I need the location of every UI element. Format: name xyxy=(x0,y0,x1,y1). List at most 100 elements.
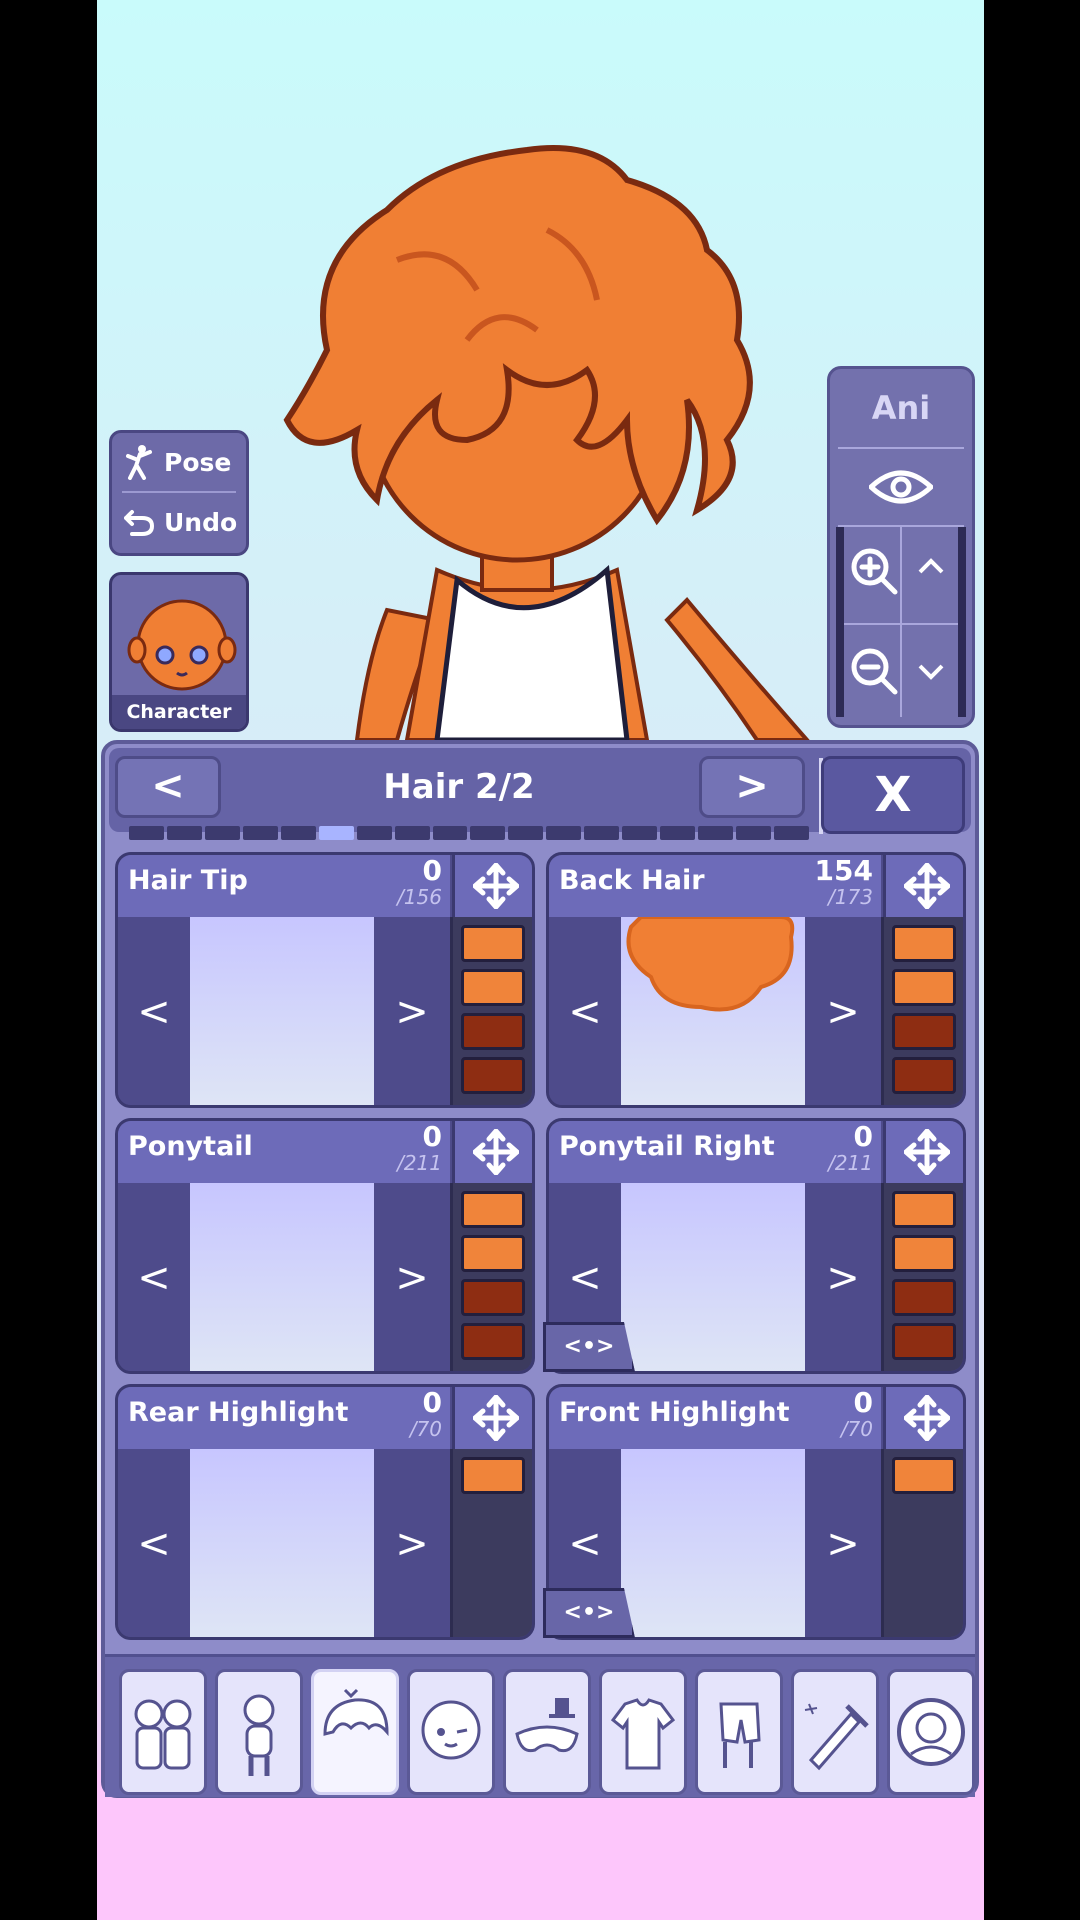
visibility-toggle[interactable] xyxy=(830,449,972,525)
progress-segment xyxy=(736,826,771,840)
prev-page-button[interactable]: < xyxy=(115,756,221,818)
character-label: Character xyxy=(112,695,246,729)
move-down-button[interactable] xyxy=(916,655,946,690)
next-page-button[interactable]: > xyxy=(699,756,805,818)
next-style-button[interactable]: > xyxy=(805,917,881,1105)
color-swatches xyxy=(881,1183,963,1371)
mask-hat-icon xyxy=(515,1698,579,1753)
card-name: Front Highlight xyxy=(559,1397,790,1428)
card-name: Hair Tip xyxy=(128,865,248,896)
move-button[interactable] xyxy=(883,1387,963,1449)
hair-part-card: Back Hair 154/173 < > xyxy=(546,852,966,1108)
profile-icon xyxy=(897,1698,965,1766)
pose-label: Pose xyxy=(164,447,232,477)
panel-header: < Hair 2/2 > X xyxy=(109,748,971,840)
color-swatch[interactable] xyxy=(461,969,525,1006)
style-preview[interactable] xyxy=(190,917,374,1105)
category-tab-pants[interactable] xyxy=(695,1669,783,1795)
color-swatches xyxy=(881,1449,963,1637)
prev-style-button[interactable]: < xyxy=(118,1449,190,1637)
move-button[interactable] xyxy=(452,1387,532,1449)
character-avatar-icon xyxy=(127,599,237,691)
card-name: Rear Highlight xyxy=(128,1397,349,1428)
next-style-button[interactable]: > xyxy=(374,1183,450,1371)
pose-button[interactable]: Pose xyxy=(112,433,246,491)
color-swatch[interactable] xyxy=(892,1457,956,1494)
game-stage: Pose Undo Character Ani < Hair 2/2 > X H… xyxy=(97,0,984,1920)
chevron-down-icon xyxy=(918,664,944,680)
color-swatch[interactable] xyxy=(892,1323,956,1360)
move-button[interactable] xyxy=(883,855,963,917)
color-swatch[interactable] xyxy=(461,1323,525,1360)
group-characters-icon xyxy=(134,1699,192,1770)
progress-segment xyxy=(660,826,696,840)
mirror-highlight-button[interactable]: <•> xyxy=(543,1588,635,1638)
style-preview[interactable] xyxy=(621,1183,805,1371)
color-swatch[interactable] xyxy=(461,1457,525,1494)
color-swatch[interactable] xyxy=(461,1191,525,1228)
prev-style-button[interactable]: < xyxy=(549,917,621,1105)
color-swatch[interactable] xyxy=(461,925,525,962)
style-preview[interactable] xyxy=(621,917,805,1105)
color-swatch[interactable] xyxy=(461,1057,525,1094)
card-value: 0 xyxy=(853,1386,873,1419)
character-button[interactable]: Character xyxy=(109,572,249,732)
color-swatch[interactable] xyxy=(892,969,956,1006)
progress-segment xyxy=(773,826,809,840)
move-up-button[interactable] xyxy=(916,549,946,584)
color-swatch[interactable] xyxy=(461,1235,525,1272)
category-tab-hair[interactable] xyxy=(311,1669,399,1795)
color-swatch[interactable] xyxy=(461,1013,525,1050)
move-button[interactable] xyxy=(883,1121,963,1183)
close-button[interactable]: X xyxy=(821,756,965,834)
style-preview[interactable] xyxy=(190,1183,374,1371)
prev-style-button[interactable]: < xyxy=(118,1183,190,1371)
move-button[interactable] xyxy=(452,855,532,917)
pose-undo-box: Pose Undo xyxy=(109,430,249,556)
next-style-button[interactable]: > xyxy=(374,917,450,1105)
next-style-button[interactable]: > xyxy=(374,1449,450,1637)
color-swatch[interactable] xyxy=(892,925,956,962)
category-tab-face[interactable] xyxy=(407,1669,495,1795)
undo-button[interactable]: Undo xyxy=(112,493,246,551)
ani-button[interactable]: Ani xyxy=(830,369,972,447)
prev-style-button[interactable]: < xyxy=(118,917,190,1105)
card-counter: 0/211 xyxy=(828,1123,873,1176)
move-button[interactable] xyxy=(452,1121,532,1183)
style-preview[interactable] xyxy=(621,1449,805,1637)
zoom-in-icon xyxy=(851,548,898,595)
pan-slider-track[interactable] xyxy=(958,527,966,717)
color-swatch[interactable] xyxy=(892,1279,956,1316)
zoom-out-button[interactable] xyxy=(842,639,906,703)
style-preview[interactable] xyxy=(190,1449,374,1637)
hair-part-card: Ponytail 0/211 < > xyxy=(115,1118,535,1374)
card-header: Ponytail Right 0/211 xyxy=(549,1121,881,1183)
color-swatch[interactable] xyxy=(892,1235,956,1272)
next-style-button[interactable]: > xyxy=(805,1449,881,1637)
sword-accessory-icon xyxy=(804,1703,869,1771)
grid-divider xyxy=(844,623,958,625)
category-tab-body[interactable] xyxy=(215,1669,303,1795)
card-value: 0 xyxy=(422,1120,442,1153)
progress-segment xyxy=(546,826,582,840)
category-tab-shirt[interactable] xyxy=(599,1669,687,1795)
category-tab-mask-hat[interactable] xyxy=(503,1669,591,1795)
color-swatch[interactable] xyxy=(892,1057,956,1094)
zoom-in-button[interactable] xyxy=(842,539,906,603)
card-total: /211 xyxy=(828,1151,873,1175)
mirror-ponytail-button[interactable]: <•> xyxy=(543,1322,635,1372)
progress-segment xyxy=(129,826,164,840)
zoom-grid xyxy=(830,527,972,727)
category-tab-group-characters[interactable] xyxy=(119,1669,207,1795)
color-swatch[interactable] xyxy=(461,1279,525,1316)
progress-segment xyxy=(204,826,240,840)
hair-icon xyxy=(323,1688,389,1737)
color-swatch[interactable] xyxy=(892,1013,956,1050)
color-swatch[interactable] xyxy=(892,1191,956,1228)
hair-editor-panel: < Hair 2/2 > X Hair Tip 0/156 < > Back H… xyxy=(101,740,979,1798)
card-counter: 0/156 xyxy=(397,857,442,910)
progress-segment xyxy=(470,826,506,840)
category-tab-sword-accessory[interactable] xyxy=(791,1669,879,1795)
next-style-button[interactable]: > xyxy=(805,1183,881,1371)
category-tab-profile[interactable] xyxy=(887,1669,975,1795)
